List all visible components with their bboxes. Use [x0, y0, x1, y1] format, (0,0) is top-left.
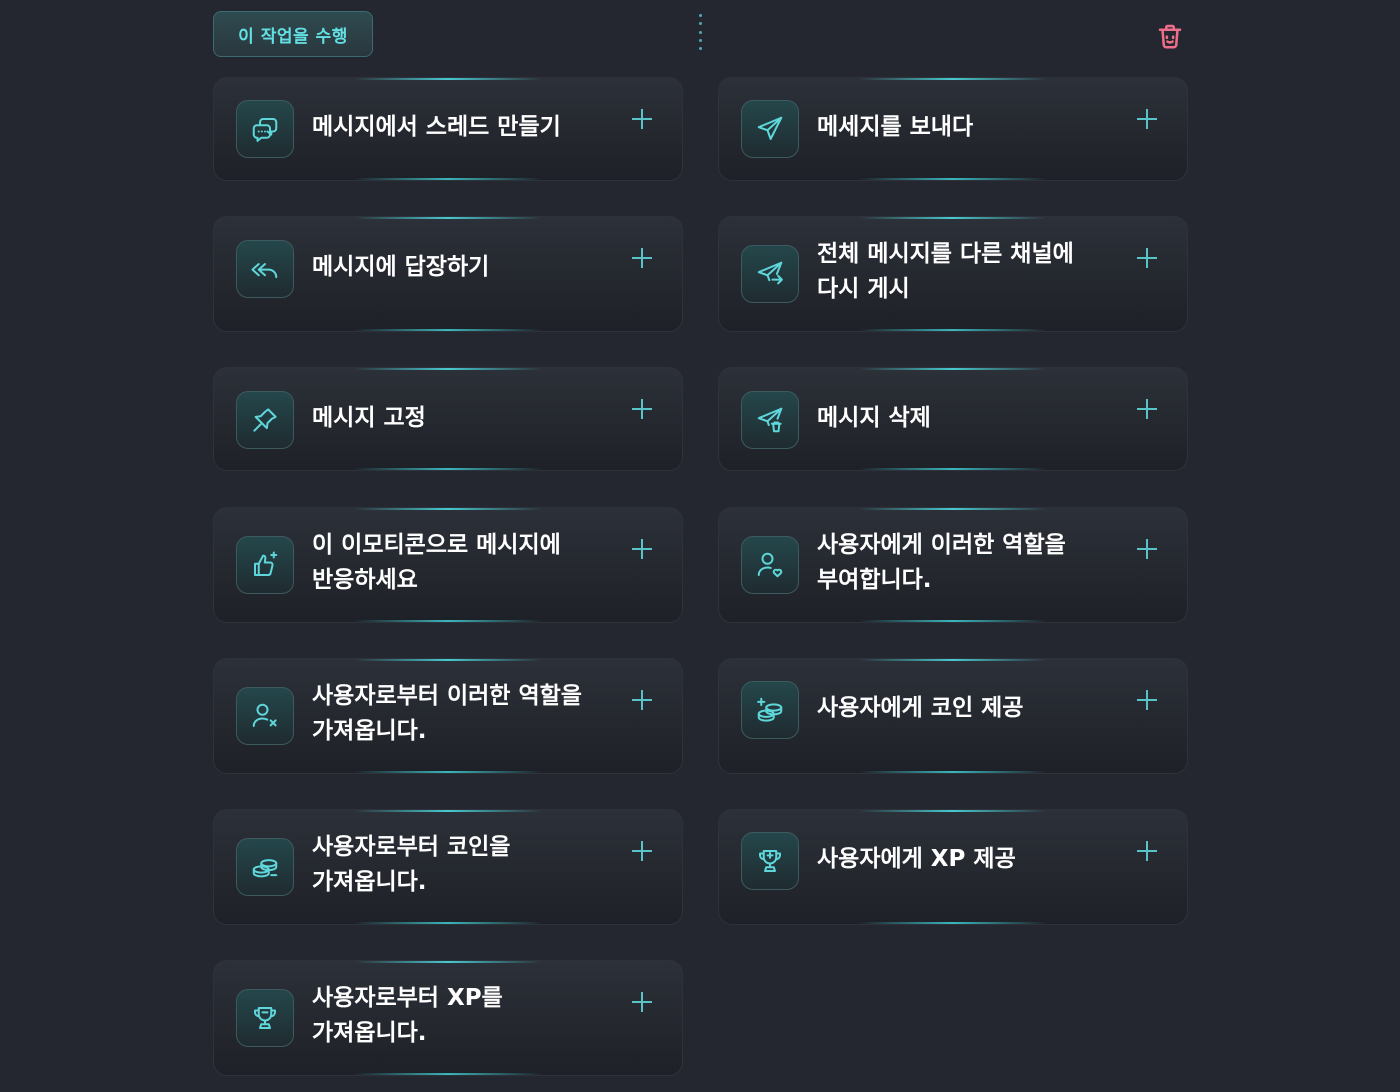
pin-icon — [253, 408, 277, 432]
action-label: 메시지 고정 — [312, 405, 426, 431]
action-card[interactable]: 이 이모티콘으로 메시지에 반응하세요 — [213, 507, 683, 623]
thumbs-up-sparkle-icon — [254, 551, 278, 576]
action-icon-box — [236, 240, 294, 298]
paper-plane-forward-icon — [757, 261, 783, 285]
action-card[interactable]: 메시지에서 스레드 만들기 — [213, 77, 683, 181]
add-action-icon[interactable] — [632, 992, 652, 1012]
add-action-icon[interactable] — [632, 248, 652, 268]
action-card[interactable]: 사용자로부터 이러한 역할을 가져옵니다. — [213, 658, 683, 774]
user-remove-icon — [252, 703, 277, 727]
action-icon-box — [741, 681, 799, 739]
action-label: 메시지에 답장하기 — [312, 254, 490, 280]
drag-handle-icon[interactable] — [698, 14, 702, 50]
action-icon-box — [741, 245, 799, 303]
action-icon-box — [236, 838, 294, 896]
paper-plane-trash-icon — [757, 407, 783, 433]
action-label: 사용자로부터 이러한 역할을 가져옵니다. — [312, 683, 582, 744]
action-label: 사용자에게 이러한 역할을 부여합니다. — [817, 532, 1066, 593]
perform-action-button[interactable]: 이 작업을 수행 — [213, 11, 373, 57]
action-label: 사용자로부터 XP를 가져옵니다. — [312, 985, 503, 1046]
paper-plane-icon — [757, 116, 783, 140]
user-heart-icon — [757, 552, 783, 578]
add-action-icon[interactable] — [1137, 841, 1157, 861]
action-card[interactable]: 사용자에게 이러한 역할을 부여합니다. — [718, 507, 1188, 623]
action-icon-box — [236, 989, 294, 1047]
add-action-icon[interactable] — [1137, 690, 1157, 710]
action-card[interactable]: 메시지 삭제 — [718, 367, 1188, 471]
action-label: 사용자로부터 코인을 가져옵니다. — [312, 834, 511, 895]
action-icon-box — [741, 391, 799, 449]
add-action-icon[interactable] — [1137, 399, 1157, 419]
action-icon-box — [236, 391, 294, 449]
coins-minus-icon — [252, 859, 278, 878]
action-icon-box — [236, 536, 294, 594]
action-icon-box — [741, 832, 799, 890]
action-icon-box — [236, 687, 294, 745]
action-label: 사용자에게 XP 제공 — [817, 846, 1016, 872]
action-icon-box — [741, 100, 799, 158]
action-icon-box — [741, 536, 799, 594]
action-card[interactable]: 사용자로부터 XP를 가져옵니다. — [213, 960, 683, 1076]
action-label: 메세지를 보내다 — [817, 114, 974, 140]
action-card[interactable]: 사용자에게 코인 제공 — [718, 658, 1188, 774]
add-action-icon[interactable] — [1137, 248, 1157, 268]
add-action-icon[interactable] — [1137, 539, 1157, 559]
action-card[interactable]: 메시지 고정 — [213, 367, 683, 471]
action-label: 전체 메시지를 다른 채널에 다시 게시 — [817, 241, 1074, 302]
action-card[interactable]: 사용자에게 XP 제공 — [718, 809, 1188, 925]
action-label: 사용자에게 코인 제공 — [817, 695, 1024, 721]
action-label: 메시지에서 스레드 만들기 — [312, 114, 561, 140]
coins-plus-icon — [757, 697, 783, 722]
action-label: 메시지 삭제 — [817, 405, 931, 431]
trash-icon — [1158, 24, 1182, 49]
action-card[interactable]: 사용자로부터 코인을 가져옵니다. — [213, 809, 683, 925]
trophy-plus-icon — [759, 850, 781, 872]
toolbar: 이 작업을 수행 — [0, 0, 1400, 70]
action-card[interactable]: 전체 메시지를 다른 채널에 다시 게시 — [718, 216, 1188, 332]
add-action-icon[interactable] — [632, 539, 652, 559]
reply-all-icon — [251, 263, 278, 279]
action-card[interactable]: 메세지를 보내다 — [718, 77, 1188, 181]
action-icon-box — [236, 100, 294, 158]
trophy-minus-icon — [254, 1007, 276, 1029]
add-action-icon[interactable] — [632, 399, 652, 419]
add-action-icon[interactable] — [632, 841, 652, 861]
add-action-icon[interactable] — [1137, 109, 1157, 129]
add-action-icon[interactable] — [632, 690, 652, 710]
action-card[interactable]: 메시지에 답장하기 — [213, 216, 683, 332]
action-label: 이 이모티콘으로 메시지에 반응하세요 — [312, 532, 561, 593]
delete-button[interactable] — [1154, 20, 1186, 52]
add-action-icon[interactable] — [632, 109, 652, 129]
chat-bubbles-icon — [252, 118, 278, 142]
